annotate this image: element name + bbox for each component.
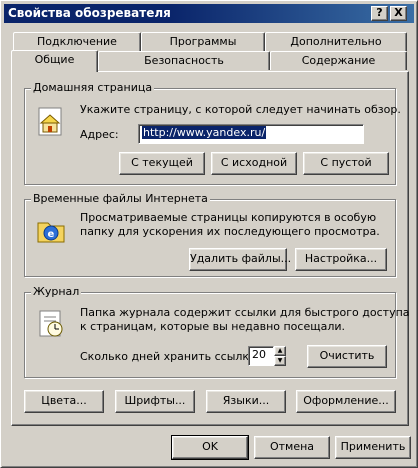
tab-security[interactable]: Безопасность xyxy=(98,51,270,70)
temp-files-group: Временные файлы Интернета e Просматривае… xyxy=(24,192,396,277)
history-group-title: Журнал xyxy=(31,285,82,298)
ok-button[interactable]: OK xyxy=(171,435,249,460)
spin-down-icon[interactable]: ▼ xyxy=(274,356,286,366)
fonts-button[interactable]: Шрифты... xyxy=(115,390,195,413)
use-blank-button[interactable]: С пустой xyxy=(303,152,389,175)
history-group: Журнал Папка журнала содержит ссылки для… xyxy=(24,285,410,378)
help-button[interactable]: ? xyxy=(371,6,388,21)
home-address-input[interactable]: http://www.yandex.ru/ xyxy=(138,124,364,144)
home-page-group-title: Домашняя страница xyxy=(31,81,155,94)
languages-button[interactable]: Языки... xyxy=(206,390,286,413)
home-page-description: Укажите страницу, с которой следует начи… xyxy=(80,103,401,116)
tab-connections[interactable]: Подключение xyxy=(13,32,141,51)
temp-files-group-title: Временные файлы Интернета xyxy=(31,192,210,205)
days-to-keep-input[interactable]: 20 xyxy=(248,346,274,366)
colors-button[interactable]: Цвета... xyxy=(24,390,104,413)
window-title: Свойства обозревателя xyxy=(8,6,171,20)
days-to-keep-label: Сколько дней хранить ссылки: xyxy=(80,350,260,363)
clear-history-button[interactable]: Очистить xyxy=(307,345,387,368)
history-description-2: к страницам, которые вы недавно посещали… xyxy=(80,320,346,333)
tab-panel-general: Домашняя страница Укажите страницу, с ко… xyxy=(11,71,410,426)
temp-files-description-1: Просматриваемые страницы копируются в ос… xyxy=(80,211,377,224)
use-current-button[interactable]: С текущей xyxy=(119,152,205,175)
appearance-button[interactable]: Оформление... xyxy=(296,390,396,413)
use-default-button[interactable]: С исходной xyxy=(211,152,297,175)
days-spinner[interactable]: ▲ ▼ xyxy=(274,346,286,366)
internet-options-dialog: Свойства обозревателя ? X Подключение Пр… xyxy=(0,0,418,468)
apply-button[interactable]: Применить xyxy=(335,436,411,459)
delete-files-button[interactable]: Удалить файлы... xyxy=(189,248,291,271)
cancel-button[interactable]: Отмена xyxy=(254,436,330,459)
home-page-icon xyxy=(38,107,62,136)
ie-temp-files-icon: e xyxy=(37,222,65,243)
title-bar[interactable]: Свойства обозревателя ? X xyxy=(4,4,414,23)
close-button[interactable]: X xyxy=(390,6,407,21)
tab-advanced[interactable]: Дополнительно xyxy=(265,32,407,51)
home-address-value: http://www.yandex.ru/ xyxy=(142,126,267,139)
home-page-group: Домашняя страница Укажите страницу, с ко… xyxy=(24,81,401,185)
temp-files-description-2: папку для ускорения их последующего прос… xyxy=(80,225,380,238)
history-icon xyxy=(39,310,63,337)
tab-general[interactable]: Общие xyxy=(11,50,98,72)
history-description-1: Папка журнала содержит ссылки для быстро… xyxy=(80,306,410,319)
address-label: Адрес: xyxy=(80,128,119,141)
tab-programs[interactable]: Программы xyxy=(141,32,265,51)
tab-content[interactable]: Содержание xyxy=(270,51,407,70)
spin-up-icon[interactable]: ▲ xyxy=(274,346,286,356)
days-to-keep-value: 20 xyxy=(252,348,266,361)
temp-files-settings-button[interactable]: Настройка... xyxy=(295,248,387,271)
svg-text:e: e xyxy=(48,229,55,240)
